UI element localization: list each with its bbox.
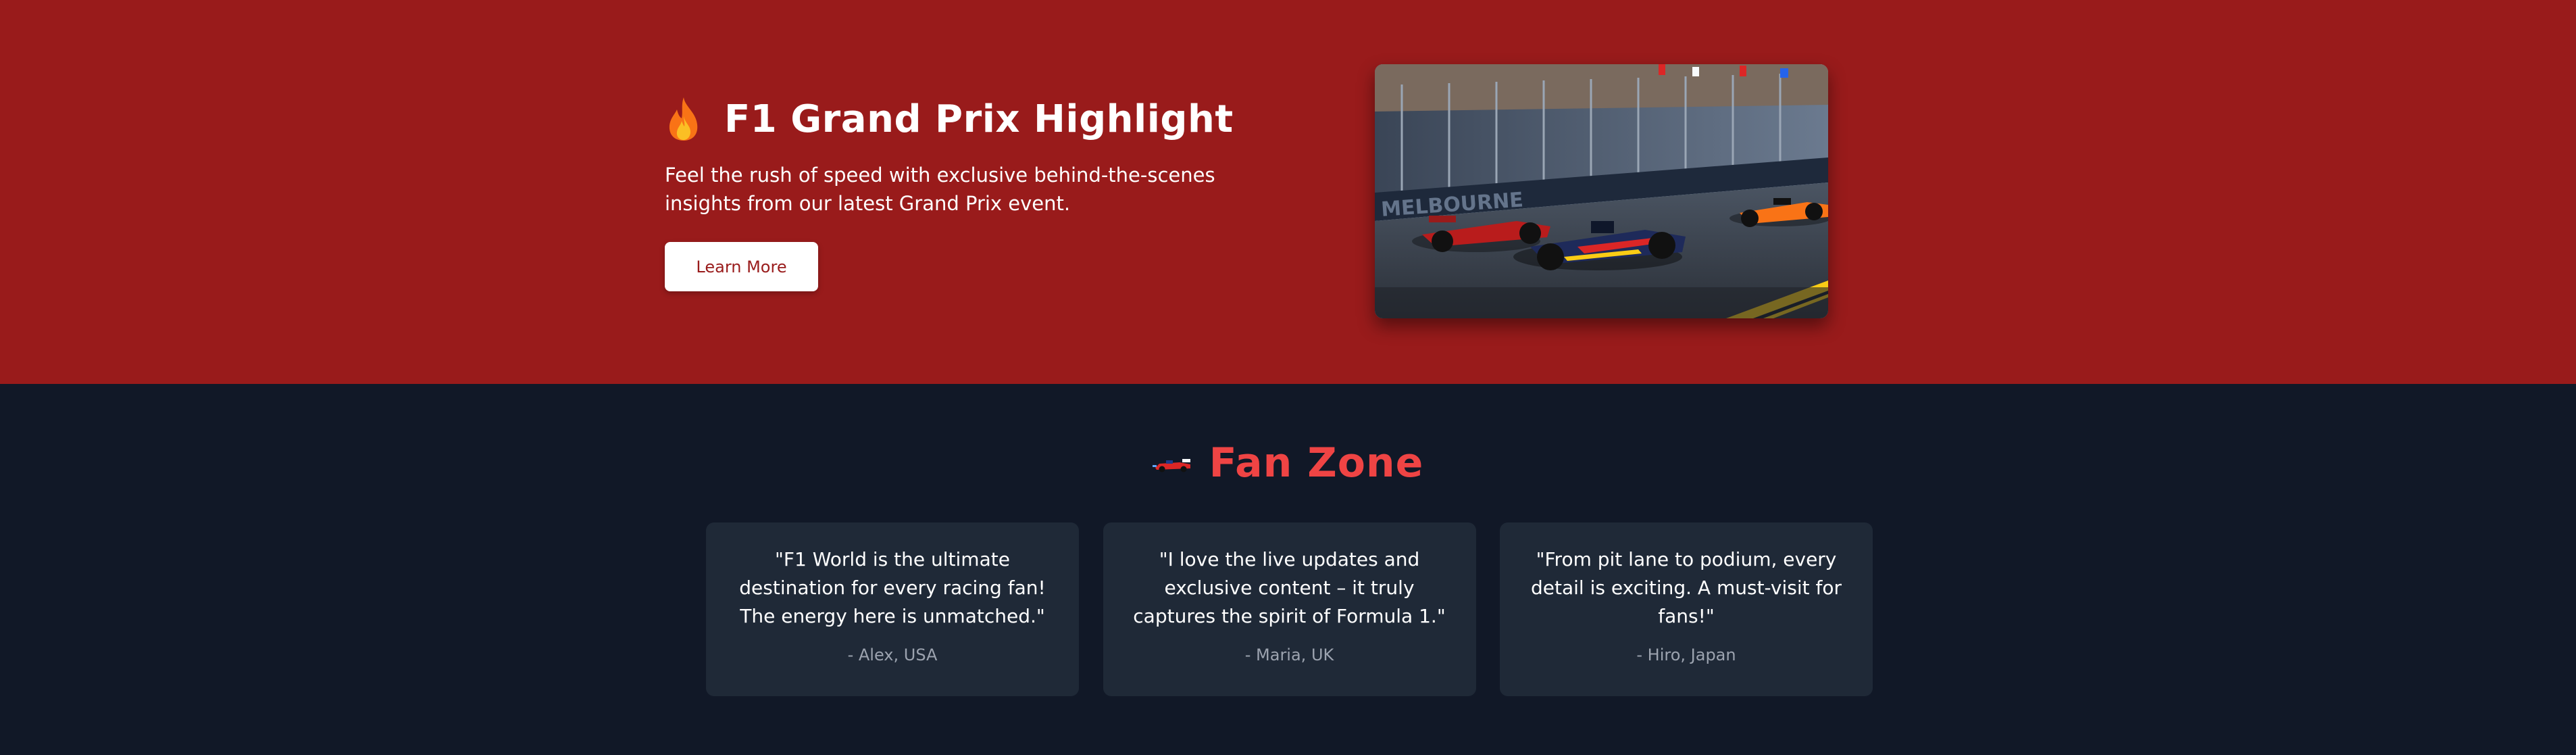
testimonial-card: "From pit lane to podium, every detail i… bbox=[1500, 522, 1873, 696]
race-car-icon bbox=[1152, 453, 1193, 473]
fire-icon bbox=[665, 96, 703, 142]
hero-race-image: MELBOURNE bbox=[1375, 64, 1828, 318]
testimonial-card: "F1 World is the ultimate destination fo… bbox=[706, 522, 1079, 696]
hero-section: F1 Grand Prix Highlight Feel the rush of… bbox=[0, 0, 2576, 384]
testimonial-quote: "F1 World is the ultimate destination fo… bbox=[739, 548, 1046, 627]
fan-zone-heading-row: Fan Zone bbox=[0, 439, 2576, 487]
testimonial-list: "F1 World is the ultimate destination fo… bbox=[706, 522, 1873, 696]
testimonial-card: "I love the live updates and exclusive c… bbox=[1103, 522, 1476, 696]
hero-description: Feel the rush of speed with exclusive be… bbox=[665, 164, 1215, 215]
learn-more-button[interactable]: Learn More bbox=[665, 242, 818, 291]
fan-zone-section: Fan Zone "F1 World is the ultimate desti… bbox=[0, 384, 2576, 755]
testimonial-author: - Maria, UK bbox=[1244, 646, 1334, 664]
hero-text-block: F1 Grand Prix Highlight Feel the rush of… bbox=[665, 92, 1286, 291]
fan-zone-title: Fan Zone bbox=[1209, 439, 1424, 487]
testimonial-author: - Hiro, Japan bbox=[1636, 646, 1736, 664]
hero-title-row: F1 Grand Prix Highlight bbox=[665, 92, 1286, 146]
hero-title: F1 Grand Prix Highlight bbox=[724, 97, 1234, 141]
testimonial-quote: "I love the live updates and exclusive c… bbox=[1133, 548, 1446, 627]
testimonial-author: - Alex, USA bbox=[847, 646, 938, 664]
testimonial-quote: "From pit lane to podium, every detail i… bbox=[1530, 548, 1842, 627]
